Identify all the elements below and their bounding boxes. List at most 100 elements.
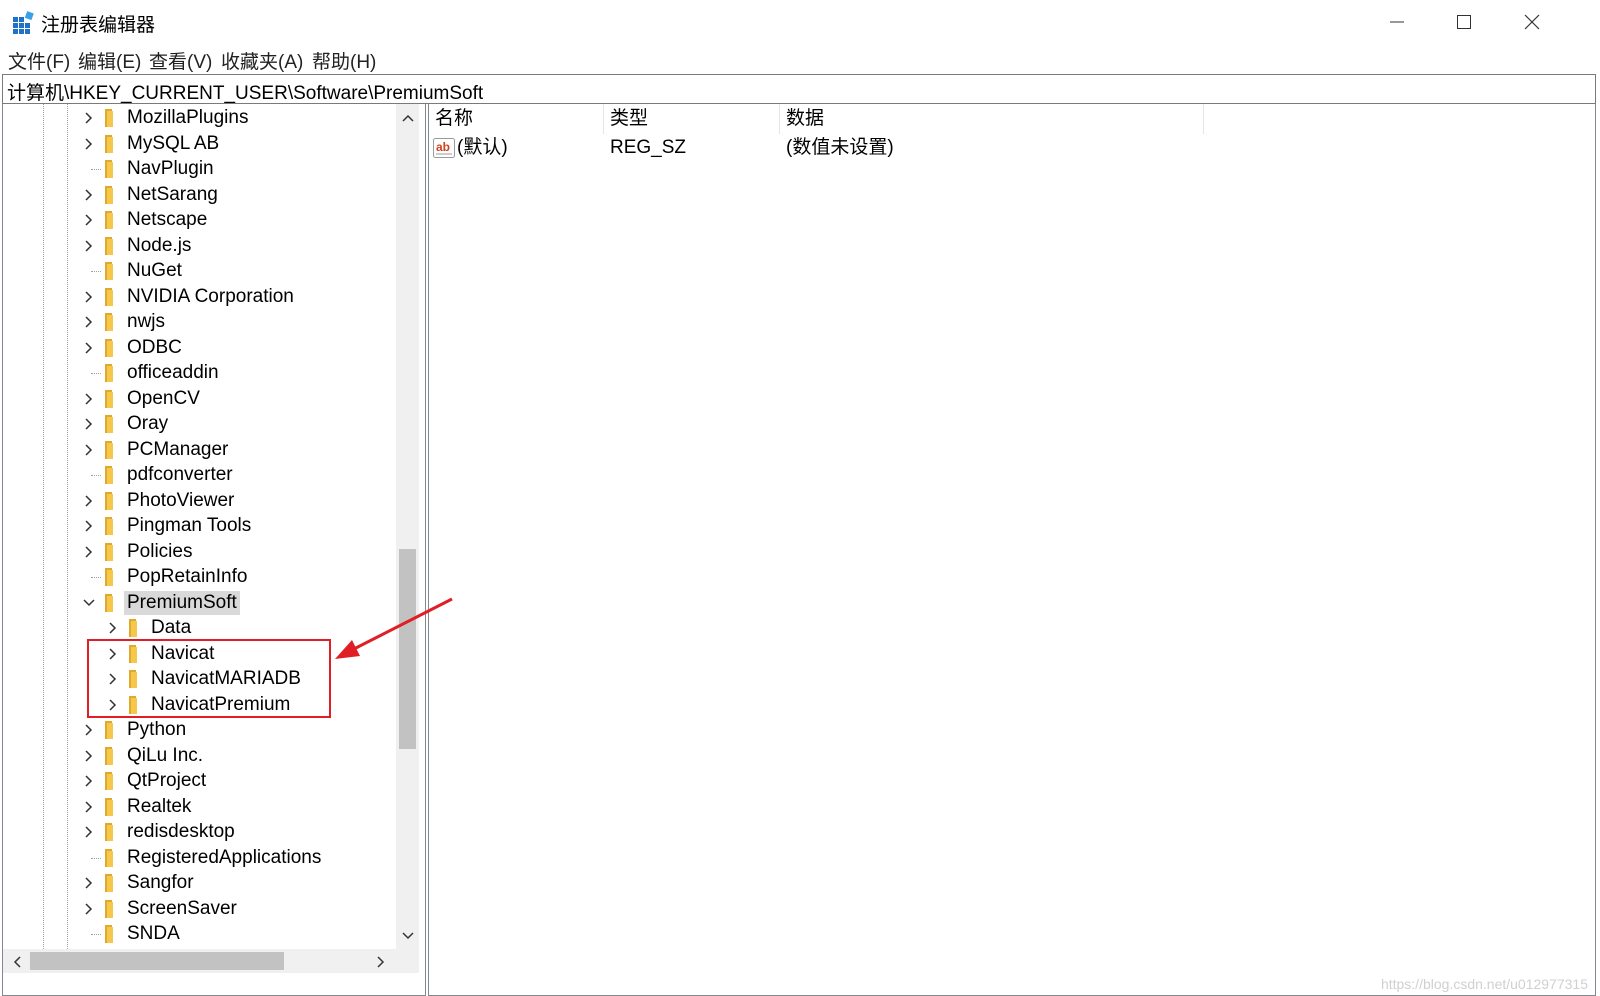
- scroll-up-button[interactable]: [396, 106, 419, 129]
- tree-item[interactable]: Node.js: [3, 233, 398, 259]
- expand-toggle[interactable]: [79, 182, 99, 208]
- tree-item-label: PCManager: [127, 438, 229, 460]
- vertical-scroll-thumb[interactable]: [399, 549, 416, 749]
- tree-item[interactable]: MozillaPlugins: [3, 105, 398, 131]
- folder-icon: [105, 491, 113, 510]
- column-header-data[interactable]: 数据: [780, 104, 1204, 134]
- expand-toggle[interactable]: [79, 437, 99, 463]
- expand-toggle[interactable]: [79, 131, 99, 157]
- expand-toggle[interactable]: [79, 794, 99, 820]
- chevron-right-icon: [85, 520, 93, 532]
- chevron-right-icon: [376, 955, 384, 968]
- tree-item[interactable]: pdfconverter: [3, 462, 398, 488]
- tree-item[interactable]: Python: [3, 717, 398, 743]
- expand-toggle[interactable]: [79, 513, 99, 539]
- tree-item[interactable]: Oray: [3, 411, 398, 437]
- tree-item[interactable]: NavicatPremium: [3, 692, 398, 718]
- tree-item-label: QtProject: [127, 770, 207, 791]
- expand-toggle[interactable]: [79, 386, 99, 412]
- menu-favorites[interactable]: 收藏夹(A): [221, 47, 303, 74]
- tree-item[interactable]: NavicatMARIADB: [3, 666, 398, 692]
- expand-toggle[interactable]: [79, 207, 99, 233]
- tree-item[interactable]: officeaddin: [3, 360, 398, 386]
- tree-item[interactable]: NetSarang: [3, 182, 398, 208]
- tree-connector: [91, 373, 101, 374]
- scroll-right-button[interactable]: [369, 950, 392, 973]
- expand-toggle[interactable]: [79, 539, 99, 565]
- folder-icon: [105, 313, 113, 331]
- chevron-right-icon: [85, 239, 93, 252]
- tree-item[interactable]: NavPlugin: [3, 156, 398, 182]
- menu-edit[interactable]: 编辑(E): [78, 47, 141, 74]
- minimize-button[interactable]: [1363, 0, 1431, 44]
- expand-toggle[interactable]: [79, 233, 99, 259]
- folder-icon: [129, 619, 137, 637]
- expand-toggle[interactable]: [103, 666, 123, 692]
- expand-toggle[interactable]: [79, 896, 99, 922]
- menu-file[interactable]: 文件(F): [8, 47, 70, 74]
- chevron-right-icon: [85, 418, 93, 430]
- horizontal-scroll-thumb[interactable]: [30, 952, 284, 970]
- expand-toggle[interactable]: [79, 335, 99, 361]
- tree-item[interactable]: RegisteredApplications: [3, 845, 398, 871]
- folder-icon: [105, 721, 113, 739]
- folder-icon: [105, 364, 113, 382]
- close-button[interactable]: [1498, 0, 1566, 44]
- tree-item[interactable]: OpenCV: [3, 386, 398, 412]
- tree-item-label: PhotoViewer: [127, 489, 235, 511]
- collapse-toggle[interactable]: [79, 590, 99, 616]
- tree-item[interactable]: PremiumSoft: [3, 590, 398, 616]
- address-bar[interactable]: 计算机\HKEY_CURRENT_USER\Software\PremiumSo…: [2, 74, 1596, 104]
- tree-item[interactable]: PhotoViewer: [3, 488, 398, 514]
- expand-toggle[interactable]: [103, 692, 123, 718]
- scroll-down-button[interactable]: [396, 924, 419, 947]
- expand-toggle[interactable]: [79, 768, 99, 794]
- vertical-scrollbar[interactable]: [396, 104, 419, 949]
- tree-item[interactable]: ODBC: [3, 335, 398, 361]
- value-row[interactable]: ab (默认) REG_SZ (数值未设置): [429, 134, 1329, 162]
- tree-item[interactable]: MySQL AB: [3, 131, 398, 157]
- tree-item[interactable]: redisdesktop: [3, 819, 398, 845]
- expand-toggle[interactable]: [79, 488, 99, 514]
- chevron-down-icon: [83, 598, 95, 606]
- menu-view[interactable]: 查看(V): [149, 47, 212, 74]
- tree-item[interactable]: Pingman Tools: [3, 513, 398, 539]
- tree-item[interactable]: PCManager: [3, 437, 398, 463]
- tree-item[interactable]: Data: [3, 615, 398, 641]
- expand-toggle[interactable]: [79, 717, 99, 743]
- tree-item[interactable]: SNDA: [3, 921, 398, 947]
- scroll-left-button[interactable]: [5, 950, 28, 973]
- expand-toggle[interactable]: [79, 411, 99, 437]
- tree-item[interactable]: QtProject: [3, 768, 398, 794]
- expand-toggle[interactable]: [79, 309, 99, 335]
- column-header-name[interactable]: 名称: [429, 104, 604, 134]
- tree-item[interactable]: Policies: [3, 539, 398, 565]
- tree-item-label: pdfconverter: [127, 464, 233, 485]
- tree-item[interactable]: NuGet: [3, 258, 398, 284]
- tree-item[interactable]: Netscape: [3, 207, 398, 233]
- tree-item[interactable]: ScreenSaver: [3, 896, 398, 922]
- chevron-right-icon: [109, 698, 117, 711]
- tree-item[interactable]: nwjs: [3, 309, 398, 335]
- address-path: 计算机\HKEY_CURRENT_USER\Software\PremiumSo…: [7, 83, 484, 104]
- tree-item-label: NavicatMARIADB: [151, 668, 301, 689]
- menu-help[interactable]: 帮助(H): [312, 47, 376, 74]
- tree-item[interactable]: QiLu Inc.: [3, 743, 398, 769]
- chevron-up-icon: [401, 114, 414, 122]
- expand-toggle[interactable]: [79, 743, 99, 769]
- column-header-type[interactable]: 类型: [604, 104, 780, 134]
- tree-item[interactable]: Realtek: [3, 794, 398, 820]
- tree-item[interactable]: Navicat: [3, 641, 398, 667]
- tree-item[interactable]: NVIDIA Corporation: [3, 284, 398, 310]
- expand-toggle[interactable]: [79, 819, 99, 845]
- expand-toggle[interactable]: [103, 641, 123, 667]
- tree-item[interactable]: Sangfor: [3, 870, 398, 896]
- horizontal-scrollbar[interactable]: [3, 949, 396, 973]
- expand-toggle[interactable]: [103, 615, 123, 641]
- expand-toggle[interactable]: [79, 284, 99, 310]
- expand-toggle[interactable]: [79, 105, 99, 131]
- expand-toggle[interactable]: [79, 870, 99, 896]
- chevron-right-icon: [85, 749, 93, 762]
- maximize-button[interactable]: [1430, 0, 1498, 44]
- tree-item[interactable]: PopRetainInfo: [3, 564, 398, 590]
